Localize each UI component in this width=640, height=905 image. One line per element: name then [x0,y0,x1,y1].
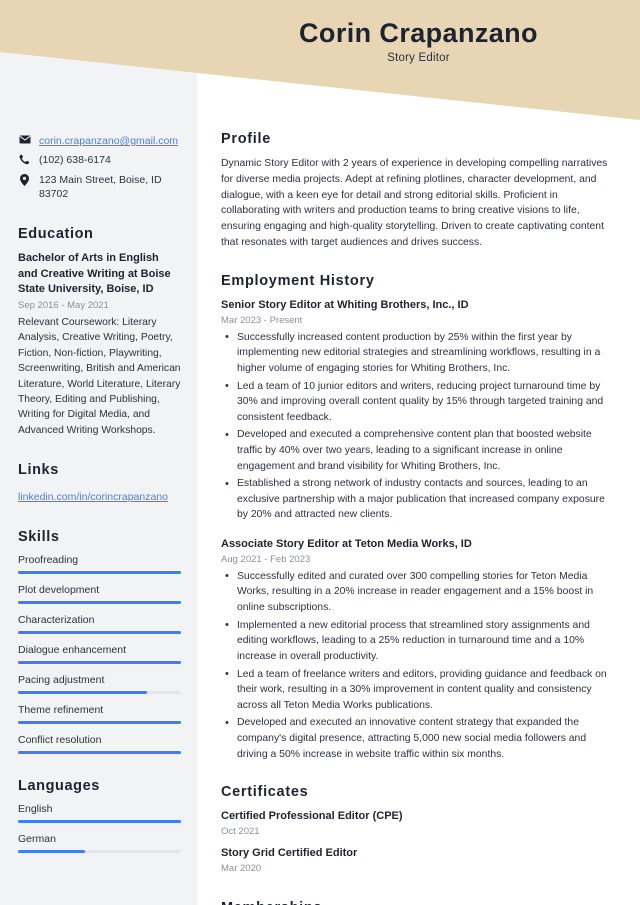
skill-label: Pacing adjustment [18,674,105,687]
skill-bar-track [18,751,181,755]
certificates-heading: Certificates [221,784,309,801]
language-bar-track [18,850,181,854]
job-bullets: Successfully increased content productio… [221,329,616,523]
memberships-section: Memberships [221,900,616,905]
contact-phone-row: (102) 638-6174 [18,153,181,167]
skill-bar-fill [18,751,181,755]
language-label: English [18,803,53,816]
skill-item: Dialogue enhancement [18,644,181,665]
map-pin-icon [18,173,31,186]
profile-text: Dynamic Story Editor with 2 years of exp… [221,158,608,249]
job-role: Senior Story Editor at Whiting Brothers,… [221,298,469,311]
job-bullet: Led a team of freelance writers and edit… [221,666,616,714]
languages-heading: Languages [18,778,100,795]
job-bullet: Established a strong network of industry… [221,476,616,523]
job-bullet: Implemented a new editorial process that… [221,617,616,665]
job-bullet: Successfully increased content productio… [221,329,616,377]
skill-bar-fill [18,601,181,605]
education-degree: Bachelor of Arts in English and Creative… [18,251,171,296]
certificate-date: Mar 2020 [221,862,262,874]
skill-bar-fill [18,571,181,575]
language-item: English [18,803,181,824]
skill-bar-fill [18,631,181,635]
header-text-block: Corin Crapanzano Story Editor [197,18,640,64]
language-bar-track [18,820,181,824]
job-bullets: Successfully edited and curated over 300… [221,568,616,762]
certificates-section: Certificates Certified Professional Edit… [221,784,616,874]
skill-label: Conflict resolution [18,734,102,747]
skill-item: Theme refinement [18,704,181,725]
skill-item: Pacing adjustment [18,674,181,695]
job-date: Aug 2021 - Feb 2023 [221,553,311,565]
skill-item: Proofreading [18,554,181,575]
language-item: German [18,833,181,854]
employment-heading: Employment History [221,272,375,289]
certificate-entry: Story Grid Certified Editor Mar 2020 [221,846,616,874]
education-entry: Bachelor of Arts in English and Creative… [18,251,181,438]
skill-bar-fill [18,691,147,695]
candidate-job-title: Story Editor [387,52,450,65]
profile-heading: Profile [221,131,272,147]
sidebar: corin.crapanzano@gmail.com (102) 638-617… [0,0,197,905]
job-bullet: Led a team of 10 junior editors and writ… [221,378,616,426]
skill-bar-fill [18,661,181,665]
links-heading: Links [18,462,59,479]
main-content: Profile Dynamic Story Editor with 2 year… [197,0,640,905]
skill-label: Plot development [18,584,100,597]
job-entry: Senior Story Editor at Whiting Brothers,… [221,298,616,523]
contact-email-row: corin.crapanzano@gmail.com [18,134,181,148]
memberships-heading: Memberships [221,900,616,905]
certificate-name: Certified Professional Editor (CPE) [221,810,403,823]
address-text: 123 Main Street, Boise, ID 83702 [39,173,162,201]
skill-bar-track [18,631,181,635]
skill-item: Characterization [18,614,181,635]
certificate-date: Oct 2021 [221,826,260,838]
job-bullet: Developed and executed an innovative con… [221,715,616,762]
contact-address-row: 123 Main Street, Boise, ID 83702 [18,173,181,202]
linkedin-link[interactable]: linkedin.com/in/corincrapanzano [18,491,168,503]
phone-icon [18,153,31,165]
profile-section: Profile Dynamic Story Editor with 2 year… [221,131,616,251]
phone-number: (102) 638-6174 [39,154,111,167]
education-description: Relevant Coursework: Literary Analysis, … [18,316,181,436]
certificate-name: Story Grid Certified Editor [221,847,358,860]
skill-label: Dialogue enhancement [18,644,126,657]
language-label: German [18,833,56,846]
resume-page: Corin Crapanzano Story Editor corin.crap… [0,0,640,905]
skills-heading: Skills [18,529,60,546]
employment-section: Employment History Senior Story Editor a… [221,273,616,762]
skill-bar-track [18,691,181,695]
language-bar-fill [18,850,85,854]
skill-bar-fill [18,721,181,725]
skill-bar-track [18,571,181,575]
education-heading: Education [18,225,94,242]
language-bar-fill [18,820,181,824]
skill-label: Theme refinement [18,704,104,717]
skill-label: Proofreading [18,554,79,567]
languages-list: English German [18,803,181,854]
envelope-icon [18,134,31,144]
skill-item: Conflict resolution [18,734,181,755]
skill-item: Plot development [18,584,181,605]
skill-bar-track [18,601,181,605]
skill-bar-track [18,661,181,665]
job-bullet: Successfully edited and curated over 300… [221,568,616,616]
links-list: linkedin.com/in/corincrapanzano [18,487,181,505]
job-role: Associate Story Editor at Teton Media Wo… [221,538,472,551]
job-entry: Associate Story Editor at Teton Media Wo… [221,537,616,762]
skills-list: Proofreading Plot development Characteri… [18,554,181,755]
education-date: Sep 2016 - May 2021 [18,299,109,311]
job-bullet: Developed and executed a comprehensive c… [221,427,616,474]
skill-bar-track [18,721,181,725]
job-date: Mar 2023 - Present [221,314,303,326]
email-link[interactable]: corin.crapanzano@gmail.com [39,134,178,148]
candidate-name: Corin Crapanzano [299,18,538,48]
skill-label: Characterization [18,614,95,627]
certificate-entry: Certified Professional Editor (CPE) Oct … [221,809,616,837]
